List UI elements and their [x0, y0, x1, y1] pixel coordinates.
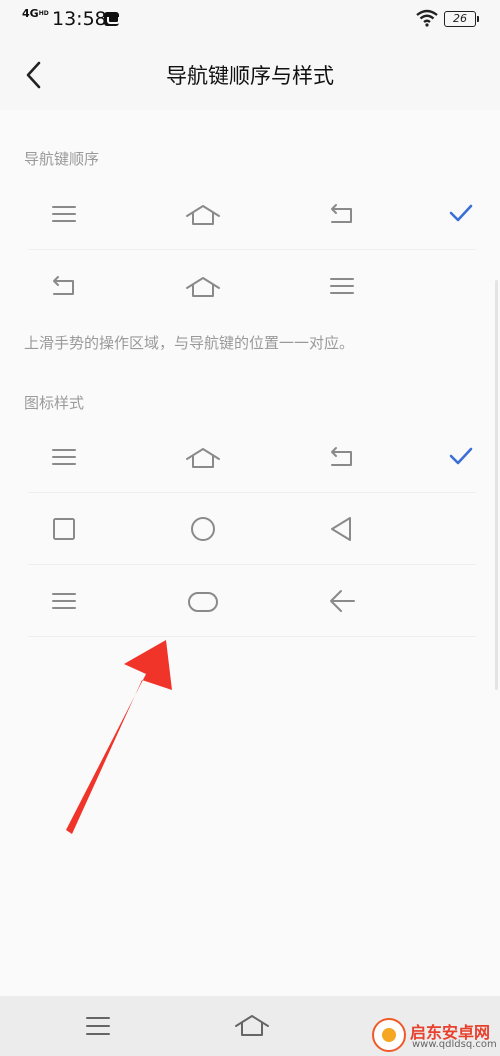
back-icon — [46, 268, 82, 304]
home-icon — [185, 196, 221, 232]
order-hint-text: 上滑手势的操作区域，与导航键的位置一一对应。 — [24, 334, 355, 352]
menu-icon — [86, 1017, 110, 1035]
menu-icon — [46, 583, 82, 619]
home-icon — [235, 1015, 269, 1036]
order-option-1[interactable] — [28, 178, 476, 250]
watermark-url: www.qdldsq.com — [412, 1039, 497, 1050]
menu-icon — [46, 439, 82, 475]
back-icon — [324, 196, 360, 232]
pill-icon — [185, 583, 221, 619]
wifi-icon — [416, 9, 438, 27]
header: 导航键顺序与样式 — [0, 40, 500, 110]
arrow-left-icon — [324, 583, 360, 619]
watermark: 启东安卓网 www.qdldsq.com — [372, 1016, 500, 1056]
status-bar: 4GHD 13:58 26 — [0, 0, 500, 40]
back-icon — [324, 439, 360, 475]
style-option-3[interactable] — [28, 565, 476, 637]
watermark-logo-icon — [372, 1018, 406, 1052]
style-option-1[interactable] — [28, 421, 476, 493]
battery-indicator: 26 — [444, 11, 479, 27]
section-label-order: 导航键顺序 — [24, 150, 100, 168]
network-indicator: 4GHD — [22, 7, 49, 20]
settings-content: 导航键顺序 上滑手势的操作区域，与导航键的位置一一对应。 图标样式 — [0, 110, 500, 996]
style-option-2[interactable] — [28, 493, 476, 565]
page-title: 导航键顺序与样式 — [166, 64, 334, 88]
nav-menu-key[interactable] — [80, 1010, 116, 1042]
nav-home-key[interactable] — [234, 1010, 270, 1042]
menu-icon — [324, 268, 360, 304]
circle-icon — [185, 511, 221, 547]
order-option-2[interactable] — [28, 250, 476, 322]
triangle-icon — [324, 511, 360, 547]
media-notification-icon — [104, 12, 120, 26]
home-icon — [185, 439, 221, 475]
status-time: 13:58 — [52, 8, 107, 30]
menu-icon — [46, 196, 82, 232]
square-icon — [46, 511, 82, 547]
check-icon — [446, 441, 476, 471]
scrollbar[interactable] — [495, 280, 498, 690]
check-icon — [446, 198, 476, 228]
section-label-style: 图标样式 — [24, 394, 85, 412]
home-icon — [185, 268, 221, 304]
